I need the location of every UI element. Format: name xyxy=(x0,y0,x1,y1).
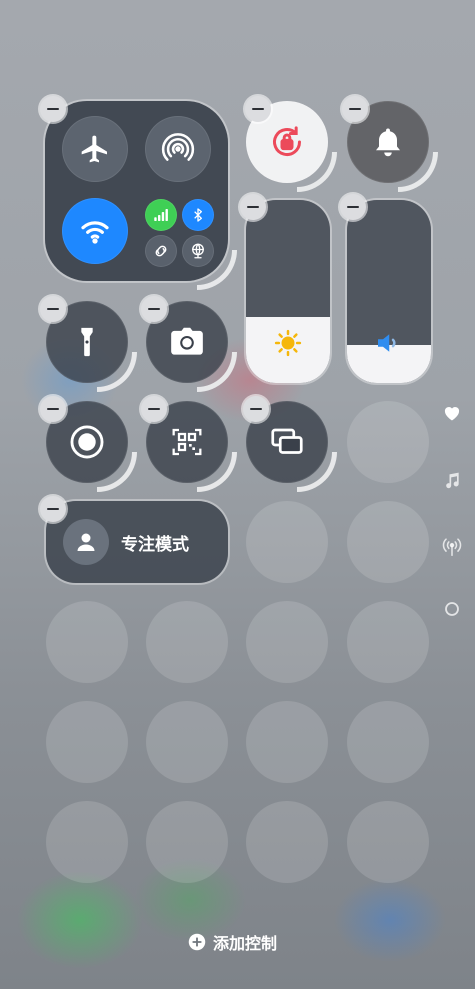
empty-slot[interactable] xyxy=(347,701,429,783)
bluetooth-button[interactable] xyxy=(182,199,214,231)
resize-handle[interactable] xyxy=(297,452,337,492)
empty-slot[interactable] xyxy=(246,701,328,783)
brightness-slider[interactable] xyxy=(246,200,330,383)
empty-slot[interactable] xyxy=(146,601,228,683)
resize-handle[interactable] xyxy=(97,452,137,492)
bluetooth-icon xyxy=(194,208,202,222)
airdrop-button[interactable] xyxy=(145,116,211,182)
empty-slot[interactable] xyxy=(46,801,128,883)
focus-mode-label: 专注模式 xyxy=(121,534,189,555)
focus-mode-tile[interactable]: 专注模式 xyxy=(46,501,228,583)
page-music[interactable] xyxy=(440,469,464,493)
empty-slot[interactable] xyxy=(347,801,429,883)
resize-handle[interactable] xyxy=(297,152,337,192)
remove-control-button[interactable] xyxy=(245,96,271,122)
add-control-button[interactable]: 添加控制 xyxy=(188,930,277,954)
plus-icon xyxy=(188,933,206,951)
remove-control-button[interactable] xyxy=(40,396,66,422)
remove-control-button[interactable] xyxy=(240,194,266,220)
resize-handle[interactable] xyxy=(197,250,237,290)
airdrop-icon xyxy=(161,133,195,161)
page-other[interactable] xyxy=(440,597,464,621)
music-note-icon xyxy=(446,472,459,489)
resize-handle[interactable] xyxy=(197,352,237,392)
remove-control-button[interactable] xyxy=(40,496,66,522)
wifi-button[interactable] xyxy=(62,198,128,264)
empty-slot[interactable] xyxy=(347,601,429,683)
ring-icon xyxy=(445,602,459,616)
cellular-data-button[interactable] xyxy=(145,199,177,231)
resize-handle[interactable] xyxy=(398,152,438,192)
remove-control-button[interactable] xyxy=(141,396,167,422)
empty-slot[interactable] xyxy=(246,801,328,883)
remove-control-button[interactable] xyxy=(141,296,167,322)
remove-control-button[interactable] xyxy=(40,96,66,122)
wifi-icon xyxy=(81,221,109,244)
empty-slot[interactable] xyxy=(347,401,429,483)
page-connectivity[interactable] xyxy=(440,535,464,559)
remove-control-button[interactable] xyxy=(342,96,368,122)
personal-hotspot-icon xyxy=(155,245,167,257)
focus-mode-icon-circle xyxy=(63,519,109,565)
remove-control-button[interactable] xyxy=(40,296,66,322)
person-icon xyxy=(77,533,95,551)
empty-slot[interactable] xyxy=(246,501,328,583)
airplane-mode-button[interactable] xyxy=(62,116,128,182)
volume-slider[interactable] xyxy=(347,200,431,383)
empty-slot[interactable] xyxy=(347,501,429,583)
resize-handle[interactable] xyxy=(97,352,137,392)
cellular-data-icon xyxy=(154,209,168,221)
heart-icon xyxy=(444,407,460,421)
volume-icon xyxy=(378,334,396,352)
empty-slot[interactable] xyxy=(46,601,128,683)
remove-control-button[interactable] xyxy=(340,194,366,220)
empty-slot[interactable] xyxy=(146,701,228,783)
empty-slot[interactable] xyxy=(146,801,228,883)
radio-icon xyxy=(442,538,462,557)
resize-handle[interactable] xyxy=(197,452,237,492)
empty-slot[interactable] xyxy=(46,701,128,783)
personal-hotspot-button[interactable] xyxy=(145,235,177,267)
add-control-label: 添加控制 xyxy=(213,934,278,953)
brightness-icon xyxy=(274,329,302,357)
airplane-mode-icon xyxy=(81,135,107,163)
page-favorites[interactable] xyxy=(440,401,464,425)
remove-control-button[interactable] xyxy=(243,396,269,422)
empty-slot[interactable] xyxy=(246,601,328,683)
